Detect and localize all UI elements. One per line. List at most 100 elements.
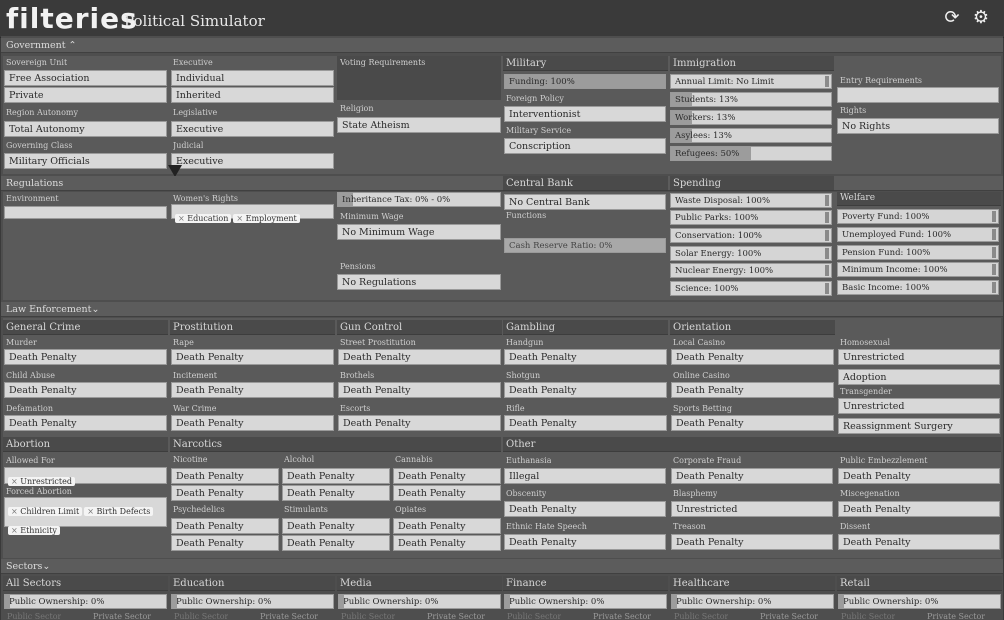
- tag-chip[interactable]: Children Limit: [8, 507, 83, 516]
- narcotic-penalty-select[interactable]: Death Penalty: [393, 535, 501, 551]
- public-ownership-slider[interactable]: Public Ownership: 0%: [171, 594, 334, 609]
- orientation-select[interactable]: Reassignment Surgery: [838, 418, 1000, 434]
- spending-slider[interactable]: Solar Energy: 100%: [670, 246, 832, 261]
- executive-option[interactable]: Inherited: [171, 87, 334, 103]
- other-law-select[interactable]: Illegal: [504, 468, 666, 484]
- governing-class-select[interactable]: Military Officials: [4, 153, 167, 169]
- other-law-select[interactable]: Death Penalty: [671, 534, 833, 550]
- section-sectors-header[interactable]: Sectors⌄: [1, 559, 1003, 574]
- narcotic-penalty-select[interactable]: Death Penalty: [393, 485, 501, 501]
- public-ownership-slider[interactable]: Public Ownership: 0%: [4, 594, 167, 609]
- religion-select[interactable]: State Atheism: [337, 117, 501, 133]
- other-law-select[interactable]: Death Penalty: [838, 501, 1000, 517]
- crime-penalty-select[interactable]: Death Penalty: [338, 349, 501, 365]
- foreign-policy-select[interactable]: Interventionist: [504, 106, 666, 122]
- environment-input[interactable]: [4, 206, 167, 219]
- crime-penalty-select[interactable]: Death Penalty: [4, 382, 167, 398]
- public-ownership-slider[interactable]: Public Ownership: 0%: [838, 594, 1001, 609]
- section-law-header[interactable]: Law Enforcement⌄: [1, 302, 1003, 317]
- spending-slider[interactable]: Public Parks: 100%: [670, 210, 832, 225]
- legislative-select[interactable]: Executive: [171, 121, 334, 137]
- orientation-select[interactable]: Unrestricted: [838, 398, 1000, 414]
- crime-penalty-select[interactable]: Death Penalty: [171, 349, 334, 365]
- other-law-select[interactable]: Death Penalty: [671, 468, 833, 484]
- crime-penalty-select[interactable]: Death Penalty: [4, 349, 167, 365]
- narcotic-penalty-select[interactable]: Death Penalty: [282, 485, 390, 501]
- spending-slider[interactable]: Conservation: 100%: [670, 228, 832, 243]
- crime-penalty-select[interactable]: Death Penalty: [171, 382, 334, 398]
- section-regulations-header[interactable]: Regulations: [1, 176, 1003, 191]
- crime-penalty-select[interactable]: Death Penalty: [338, 382, 501, 398]
- region-autonomy-select[interactable]: Total Autonomy: [4, 121, 167, 137]
- public-ownership-slider[interactable]: Public Ownership: 0%: [504, 594, 667, 609]
- narcotic-penalty-select[interactable]: Death Penalty: [393, 518, 501, 534]
- pensions-select[interactable]: No Regulations: [337, 274, 501, 290]
- crime-penalty-select[interactable]: Death Penalty: [671, 415, 834, 431]
- allowed-for-tags[interactable]: Unrestricted: [4, 467, 167, 486]
- welfare-slider[interactable]: Basic Income: 100%: [837, 280, 999, 295]
- other-law-select[interactable]: Death Penalty: [838, 468, 1000, 484]
- crime-penalty-select[interactable]: Death Penalty: [171, 415, 334, 431]
- narcotic-penalty-select[interactable]: Death Penalty: [282, 535, 390, 551]
- gear-icon[interactable]: ⚙: [971, 8, 991, 28]
- spending-slider[interactable]: Nuclear Energy: 100%: [670, 263, 832, 278]
- tag-chip[interactable]: Employment: [233, 214, 300, 223]
- refresh-icon[interactable]: ⟳: [942, 8, 962, 28]
- tag-chip[interactable]: Education: [175, 214, 232, 223]
- orientation-select[interactable]: Adoption: [838, 369, 1000, 385]
- tag-chip[interactable]: Birth Defects: [84, 507, 154, 516]
- narcotic-penalty-select[interactable]: Death Penalty: [282, 518, 390, 534]
- annual-limit-slider[interactable]: Annual Limit: No Limit: [670, 74, 832, 89]
- crime-penalty-select[interactable]: Death Penalty: [671, 382, 834, 398]
- crime-penalty-select[interactable]: Death Penalty: [338, 415, 501, 431]
- narcotic-penalty-select[interactable]: Death Penalty: [171, 468, 279, 484]
- cash-reserve-slider[interactable]: Cash Reserve Ratio: 0%: [504, 238, 666, 253]
- sovereign-unit-label: Sovereign Unit: [6, 58, 68, 67]
- welfare-slider[interactable]: Pension Fund: 100%: [837, 245, 999, 260]
- orientation-select[interactable]: Unrestricted: [838, 349, 1000, 365]
- other-law-select[interactable]: Death Penalty: [504, 534, 666, 550]
- workers-slider[interactable]: Workers: 13%: [670, 110, 832, 125]
- inheritance-tax-slider[interactable]: Inheritance Tax: 0% - 0%: [337, 192, 501, 207]
- womens-rights-tags[interactable]: EducationEmployment: [171, 204, 334, 223]
- narcotic-penalty-select[interactable]: Death Penalty: [171, 518, 279, 534]
- crime-penalty-select[interactable]: Death Penalty: [504, 349, 667, 365]
- tag-chip[interactable]: Unrestricted: [8, 477, 75, 486]
- other-law-select[interactable]: Death Penalty: [504, 501, 666, 517]
- narcotic-penalty-select[interactable]: Death Penalty: [282, 468, 390, 484]
- minimum-wage-select[interactable]: No Minimum Wage: [337, 224, 501, 240]
- sovereign-option[interactable]: Private: [4, 87, 167, 103]
- crime-penalty-select[interactable]: Death Penalty: [671, 349, 834, 365]
- refugees-slider[interactable]: Refugees: 50%: [670, 146, 832, 161]
- crime-penalty-select[interactable]: Death Penalty: [504, 415, 667, 431]
- other-law-select[interactable]: Unrestricted: [671, 501, 833, 517]
- public-ownership-slider[interactable]: Public Ownership: 0%: [338, 594, 501, 609]
- spending-slider[interactable]: Waste Disposal: 100%: [670, 193, 832, 208]
- students-slider[interactable]: Students: 13%: [670, 92, 832, 107]
- welfare-slider[interactable]: Unemployed Fund: 100%: [837, 227, 999, 242]
- military-service-select[interactable]: Conscription: [504, 138, 666, 154]
- welfare-slider[interactable]: Poverty Fund: 100%: [837, 209, 999, 224]
- public-ownership-slider[interactable]: Public Ownership: 0%: [671, 594, 834, 609]
- sovereign-option[interactable]: Free Association: [4, 70, 167, 86]
- entry-requirements-input[interactable]: [837, 87, 999, 103]
- narcotic-penalty-select[interactable]: Death Penalty: [171, 535, 279, 551]
- forced-abortion-tags[interactable]: Children LimitBirth Defects Ethnicity: [4, 497, 167, 535]
- crime-penalty-select[interactable]: Death Penalty: [504, 382, 667, 398]
- rights-select[interactable]: No Rights: [837, 118, 999, 134]
- welfare-slider[interactable]: Minimum Income: 100%: [837, 262, 999, 277]
- narcotic-penalty-select[interactable]: Death Penalty: [393, 468, 501, 484]
- section-government-header[interactable]: Government ⌃: [1, 38, 1003, 53]
- public-sector-label: Public Sector: [507, 612, 562, 620]
- central-bank-select[interactable]: No Central Bank: [504, 194, 666, 210]
- tag-chip[interactable]: Ethnicity: [8, 526, 60, 535]
- narcotic-penalty-select[interactable]: Death Penalty: [171, 485, 279, 501]
- other-law-select[interactable]: Death Penalty: [838, 534, 1000, 550]
- spending-slider[interactable]: Science: 100%: [670, 281, 832, 296]
- crime-penalty-select[interactable]: Death Penalty: [4, 415, 167, 431]
- asylees-slider[interactable]: Asylees: 13%: [670, 128, 832, 143]
- funding-slider[interactable]: Funding: 100%: [504, 74, 666, 89]
- executive-option[interactable]: Individual: [171, 70, 334, 86]
- judicial-select[interactable]: Executive: [171, 153, 334, 169]
- narcotics-group-header: Narcotics: [170, 437, 501, 452]
